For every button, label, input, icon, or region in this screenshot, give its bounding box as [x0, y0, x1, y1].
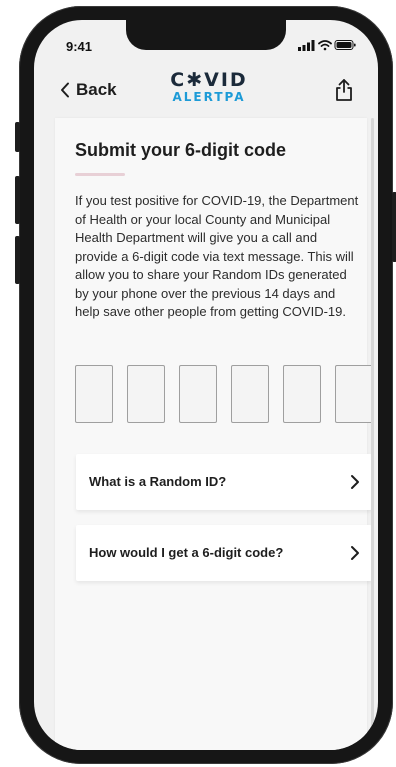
code-digit-5-input[interactable]	[283, 365, 321, 423]
chevron-right-icon	[351, 475, 359, 489]
back-label: Back	[76, 80, 117, 99]
battery-icon	[334, 40, 356, 50]
scrollbar[interactable]	[371, 118, 374, 750]
code-input-group	[75, 365, 375, 425]
covid-alert-pa-logo: C✱VID ALERTPA	[154, 70, 264, 110]
description-text: If you test positive for COVID-19, the D…	[75, 193, 359, 319]
logo-alertpa-text: ALERTPA	[172, 90, 246, 104]
back-button[interactable]: Back	[60, 80, 117, 100]
code-digit-1-input[interactable]	[75, 365, 113, 423]
code-digit-2-input[interactable]	[127, 365, 165, 423]
faq-get-code-label: How would I get a 6-digit code?	[89, 545, 284, 560]
code-digit-4-input[interactable]	[231, 365, 269, 423]
status-time: 9:41	[66, 39, 93, 54]
app-header: Back C✱VID ALERTPA	[34, 58, 378, 118]
mute-switch	[15, 122, 20, 152]
title-underline	[75, 173, 125, 176]
faq-get-code-button[interactable]: How would I get a 6-digit code?	[76, 525, 372, 581]
signal-icon	[298, 40, 315, 51]
volume-up-button	[15, 176, 20, 224]
code-digit-6-input[interactable]	[335, 365, 373, 423]
chevron-left-icon	[61, 82, 69, 98]
code-digit-3-input[interactable]	[179, 365, 217, 423]
volume-down-button	[15, 236, 20, 284]
share-icon[interactable]	[334, 78, 354, 102]
notch	[126, 20, 286, 50]
power-button	[392, 192, 396, 262]
chevron-right-icon	[351, 546, 359, 560]
app-screen: 9:41 Back C✱VID ALERTPA Submit your 6-di…	[34, 20, 378, 750]
logo-covid-text: C✱VID	[170, 69, 248, 91]
wifi-icon	[318, 40, 332, 51]
status-icons	[298, 40, 356, 51]
submit-code-card: Submit your 6-digit code If you test pos…	[55, 118, 373, 750]
phone-frame: 9:41 Back C✱VID ALERTPA Submit your 6-di…	[15, 6, 396, 764]
page-title: Submit your 6-digit code	[75, 140, 287, 160]
faq-random-id-button[interactable]: What is a Random ID?	[76, 454, 372, 510]
faq-random-id-label: What is a Random ID?	[89, 474, 227, 489]
